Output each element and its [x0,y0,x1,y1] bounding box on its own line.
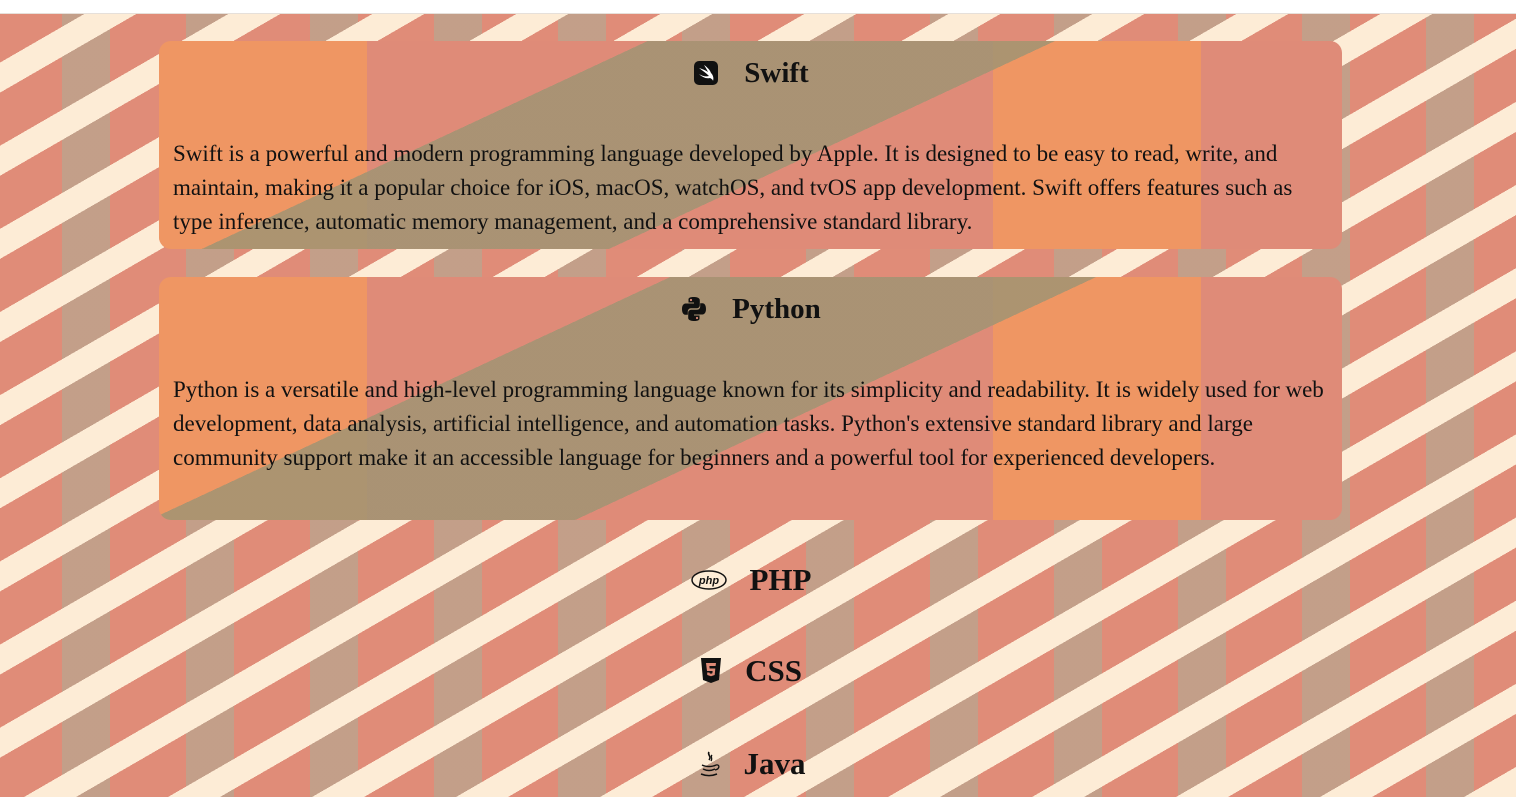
language-item-css[interactable]: CSS [159,651,1342,691]
language-item-java[interactable]: Java [159,744,1342,784]
css3-icon [699,657,723,685]
card-description: Swift is a powerful and modern programmi… [173,141,1293,234]
card-description: Python is a versatile and high-level pro… [173,377,1324,470]
java-icon [696,749,722,779]
language-item-title: PHP [749,562,812,597]
card-title-text: Swift [744,56,809,89]
card-title-python[interactable]: Python [173,291,1328,327]
python-icon [680,295,708,323]
language-item-php[interactable]: php PHP [159,560,1342,600]
language-item-title: Java [743,746,806,781]
language-card-swift[interactable]: Swift Swift is a powerful and modern pro… [159,41,1342,249]
language-card-python[interactable]: Python Python is a versatile and high-le… [159,277,1342,520]
svg-text:php: php [697,575,718,587]
language-item-title: CSS [745,653,802,688]
php-icon: php [690,569,728,591]
swift-icon [692,59,720,87]
card-title-text: Python [732,292,821,325]
top-bar [0,0,1516,14]
card-title-swift[interactable]: Swift [173,55,1328,91]
